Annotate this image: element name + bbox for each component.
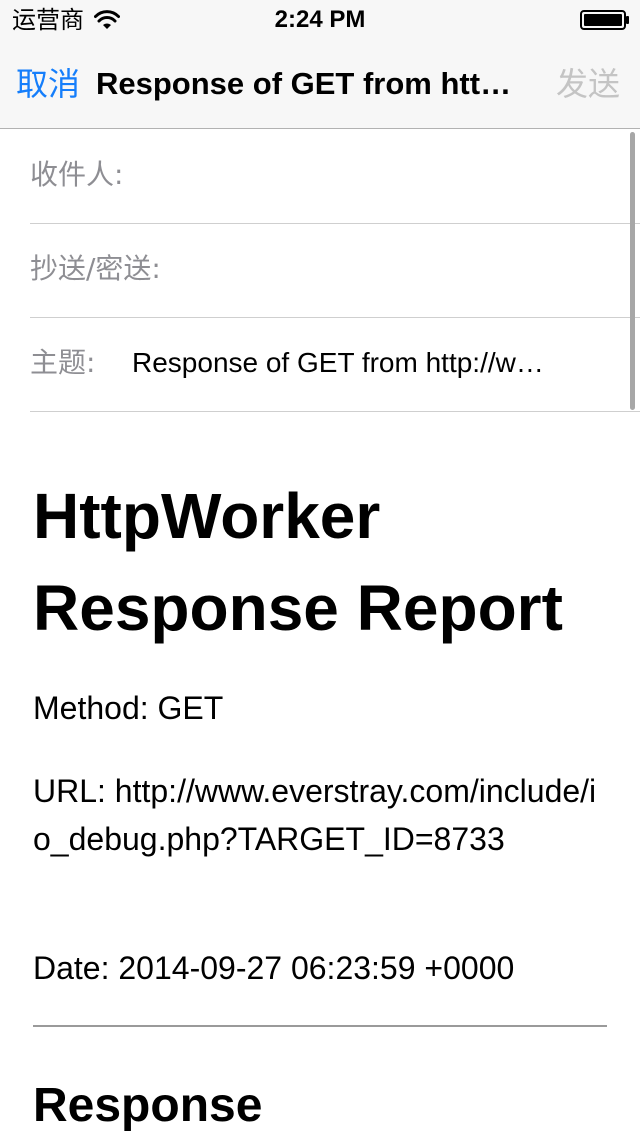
- nav-title: Response of GET from htt…: [96, 66, 512, 101]
- date-text: Date: 2014-09-27 06:23:59 +0000: [33, 950, 515, 986]
- report-title: HttpWorker Response Report: [33, 480, 563, 644]
- subject-label: 主题:: [30, 346, 96, 379]
- scroll-indicator[interactable]: [630, 132, 635, 410]
- method-text: Method: GET: [33, 690, 224, 726]
- cc-bcc-field-row[interactable]: 抄送/密送:: [30, 223, 640, 318]
- battery-icon: [580, 10, 629, 30]
- to-label: 收件人:: [30, 158, 124, 191]
- response-section-title: Response: [33, 1079, 263, 1132]
- subject-input[interactable]: Response of GET from http://w…: [132, 345, 592, 381]
- to-field-row[interactable]: 收件人:: [30, 129, 640, 224]
- horizontal-rule: [33, 1025, 607, 1027]
- url-text: URL: http://www.everstray.com/include/io…: [33, 773, 597, 857]
- cancel-button[interactable]: 取消: [16, 64, 80, 104]
- cc-bcc-label: 抄送/密送:: [30, 252, 161, 285]
- navigation-bar: 取消 Response of GET from htt… 发送: [0, 40, 640, 129]
- send-button[interactable]: 发送: [556, 64, 620, 104]
- clock-time: 2:24 PM: [274, 6, 366, 33]
- subject-field-row[interactable]: 主题: Response of GET from http://w…: [30, 317, 640, 412]
- status-bar: 运营商 2:24 PM: [0, 0, 640, 40]
